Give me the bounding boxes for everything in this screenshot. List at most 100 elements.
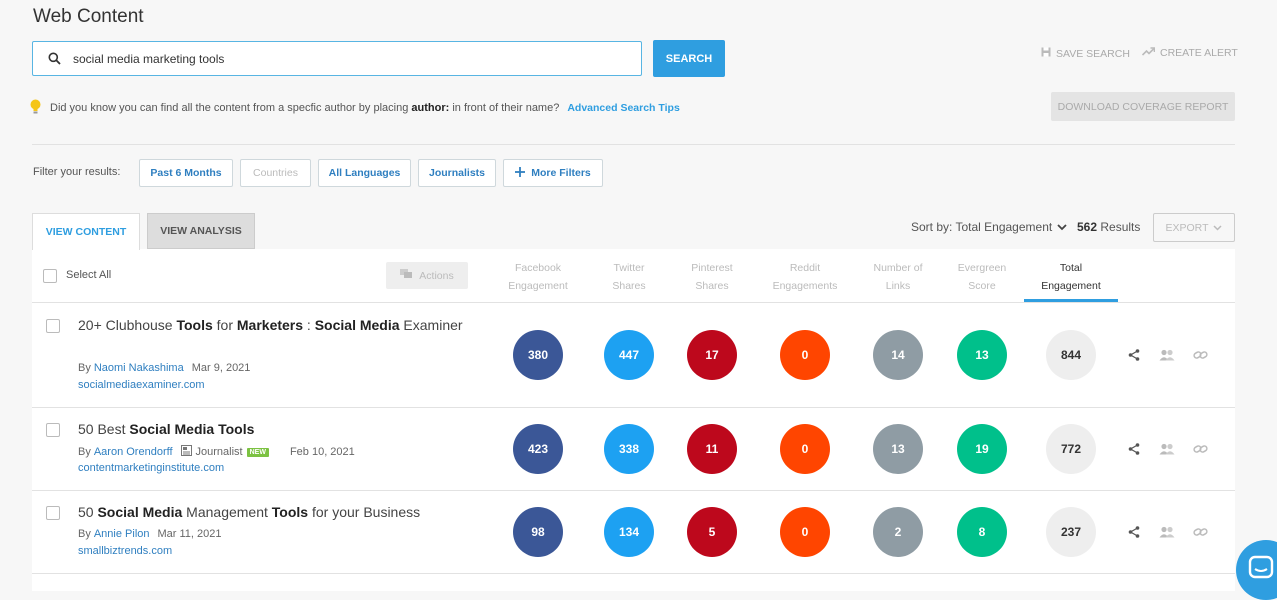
people-icon[interactable] bbox=[1157, 345, 1177, 365]
metric-pinterest-shares[interactable]: 17 bbox=[687, 330, 737, 380]
by-label: By bbox=[78, 362, 91, 374]
chat-bubble-icon bbox=[1248, 555, 1274, 586]
metric-facebook-engagement[interactable]: 423 bbox=[513, 424, 563, 474]
by-label: By bbox=[78, 528, 91, 540]
row-divider bbox=[32, 490, 1235, 491]
article-domain-link[interactable]: contentmarketinginstitute.com bbox=[78, 462, 224, 474]
article-title-link[interactable]: 20+ Clubhouse Tools for Marketers : Soci… bbox=[78, 315, 468, 336]
row-divider bbox=[32, 407, 1235, 408]
journalist-icon bbox=[180, 445, 192, 459]
people-icon[interactable] bbox=[1157, 522, 1177, 542]
tab-view-analysis[interactable]: VIEW ANALYSIS bbox=[147, 213, 255, 249]
filter-journalists[interactable]: Journalists bbox=[418, 159, 496, 187]
tab-view-content[interactable]: VIEW CONTENT bbox=[32, 213, 140, 250]
journalist-badge: Journalist NEW bbox=[180, 445, 269, 459]
chevron-down-icon bbox=[1057, 220, 1067, 234]
metric-facebook-engagement[interactable]: 98 bbox=[513, 507, 563, 557]
publish-date: Mar 9, 2021 bbox=[191, 362, 251, 374]
advanced-search-tips-link[interactable]: Advanced Search Tips bbox=[567, 102, 679, 114]
share-icon[interactable] bbox=[1124, 522, 1144, 542]
metric-reddit-engagements[interactable]: 0 bbox=[780, 507, 830, 557]
chevron-down-icon bbox=[1213, 222, 1223, 234]
share-icon[interactable] bbox=[1124, 345, 1144, 365]
row-checkbox[interactable] bbox=[46, 319, 60, 333]
sort-dropdown[interactable]: Sort by: Total Engagement bbox=[911, 220, 1067, 234]
article-byline: By Annie Pilon Mar 11, 2021 bbox=[78, 528, 222, 540]
row-divider bbox=[32, 573, 1235, 574]
link-icon[interactable] bbox=[1190, 522, 1210, 542]
export-button[interactable]: EXPORT bbox=[1153, 213, 1235, 242]
article-byline: By Aaron Orendorff Journalist NEW Feb 10, 20… bbox=[78, 445, 355, 459]
search-input[interactable] bbox=[71, 50, 611, 67]
search-input-container[interactable] bbox=[32, 41, 642, 76]
search-icon bbox=[39, 52, 69, 65]
metric-facebook-engagement[interactable]: 380 bbox=[513, 330, 563, 380]
article-domain-link[interactable]: socialmediaexaminer.com bbox=[78, 379, 205, 391]
metric-reddit-engagements[interactable]: 0 bbox=[780, 330, 830, 380]
search-button[interactable]: SEARCH bbox=[653, 40, 725, 77]
metric-number-of-links[interactable]: 14 bbox=[873, 330, 923, 380]
article-title-link[interactable]: 50 Social Media Management Tools for you… bbox=[78, 502, 468, 523]
select-all-checkbox[interactable] bbox=[43, 269, 57, 283]
chat-widget-button[interactable] bbox=[1236, 540, 1277, 600]
metric-twitter-shares[interactable]: 447 bbox=[604, 330, 654, 380]
metric-total-engagement[interactable]: 237 bbox=[1046, 507, 1096, 557]
link-icon[interactable] bbox=[1190, 345, 1210, 365]
search-tip: Did you know you can find all the conten… bbox=[30, 99, 680, 117]
column-header-facebook-engagement[interactable]: Facebook Engagement bbox=[493, 259, 583, 295]
column-header-total-engagement[interactable]: Total Engagement bbox=[1026, 259, 1116, 295]
row-checkbox[interactable] bbox=[46, 506, 60, 520]
share-icon[interactable] bbox=[1124, 439, 1144, 459]
tip-text-before: Did you know you can find all the conten… bbox=[50, 102, 409, 114]
filter-past-6-months[interactable]: Past 6 Months bbox=[139, 159, 233, 187]
metric-pinterest-shares[interactable]: 5 bbox=[687, 507, 737, 557]
chat-icon bbox=[400, 269, 413, 282]
metric-evergreen-score[interactable]: 13 bbox=[957, 330, 1007, 380]
actions-button[interactable]: Actions bbox=[386, 262, 468, 289]
column-header-pinterest-shares[interactable]: Pinterest Shares bbox=[667, 259, 757, 295]
article-byline: By Naomi Nakashima Mar 9, 2021 bbox=[78, 362, 250, 374]
author-link[interactable]: Naomi Nakashima bbox=[94, 362, 184, 374]
metric-total-engagement[interactable]: 772 bbox=[1046, 424, 1096, 474]
divider bbox=[32, 144, 1235, 145]
by-label: By bbox=[78, 446, 91, 458]
metric-reddit-engagements[interactable]: 0 bbox=[780, 424, 830, 474]
tip-text-after: in front of their name? bbox=[452, 102, 560, 114]
metric-pinterest-shares[interactable]: 11 bbox=[687, 424, 737, 474]
metric-number-of-links[interactable]: 2 bbox=[873, 507, 923, 557]
row-checkbox[interactable] bbox=[46, 423, 60, 437]
column-header-number-of-links[interactable]: Number of Links bbox=[853, 259, 943, 295]
select-all-label: Select All bbox=[66, 269, 112, 281]
filter-all-languages[interactable]: All Languages bbox=[318, 159, 411, 187]
metric-twitter-shares[interactable]: 134 bbox=[604, 507, 654, 557]
publish-date: Feb 10, 2021 bbox=[289, 446, 355, 458]
divider bbox=[32, 302, 1235, 303]
tip-keyword: author: bbox=[411, 102, 450, 114]
author-link[interactable]: Annie Pilon bbox=[94, 528, 150, 540]
column-header-reddit-engagements[interactable]: Reddit Engagements bbox=[760, 259, 850, 295]
metric-number-of-links[interactable]: 13 bbox=[873, 424, 923, 474]
filter-countries[interactable]: Countries bbox=[240, 159, 311, 187]
publish-date: Mar 11, 2021 bbox=[157, 528, 222, 540]
filter-more-filters[interactable]: More Filters bbox=[503, 159, 603, 187]
trending-icon bbox=[1141, 47, 1156, 59]
new-badge: NEW bbox=[246, 447, 269, 457]
metric-total-engagement[interactable]: 844 bbox=[1046, 330, 1096, 380]
article-domain-link[interactable]: smallbiztrends.com bbox=[78, 545, 172, 557]
create-alert-button[interactable]: CREATE ALERT bbox=[1141, 47, 1238, 59]
column-header-twitter-shares[interactable]: Twitter Shares bbox=[584, 259, 674, 295]
metric-evergreen-score[interactable]: 19 bbox=[957, 424, 1007, 474]
author-link[interactable]: Aaron Orendorff bbox=[94, 446, 173, 458]
people-icon[interactable] bbox=[1157, 439, 1177, 459]
link-icon[interactable] bbox=[1190, 439, 1210, 459]
metric-twitter-shares[interactable]: 338 bbox=[604, 424, 654, 474]
save-search-button[interactable]: SAVE SEARCH bbox=[1041, 47, 1130, 60]
journalist-label: Journalist bbox=[195, 446, 243, 458]
metric-evergreen-score[interactable]: 8 bbox=[957, 507, 1007, 557]
results-count: 562 Results bbox=[1077, 220, 1141, 234]
page-title: Web Content bbox=[33, 6, 144, 27]
article-title-link[interactable]: 50 Best Social Media Tools bbox=[78, 419, 468, 440]
download-coverage-report-button[interactable]: DOWNLOAD COVERAGE REPORT bbox=[1051, 92, 1235, 121]
filter-label: Filter your results: bbox=[33, 166, 121, 178]
column-header-evergreen-score[interactable]: Evergreen Score bbox=[937, 259, 1027, 295]
